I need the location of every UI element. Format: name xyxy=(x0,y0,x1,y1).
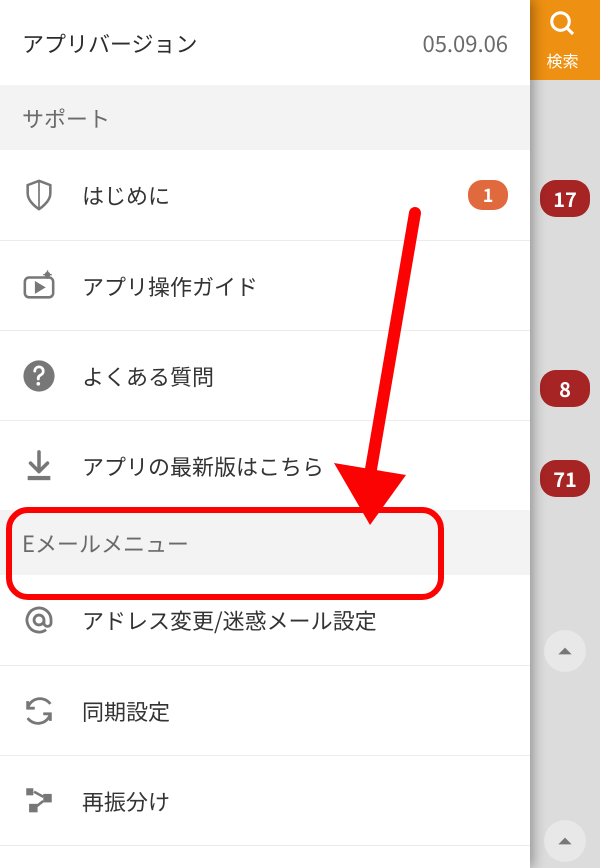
menu-item-guide[interactable]: アプリ操作ガイド xyxy=(0,240,530,330)
scroll-up-button[interactable] xyxy=(544,820,586,862)
app-version-label: アプリバージョン xyxy=(22,27,198,59)
menu-item-label: アドレス変更/迷惑メール設定 xyxy=(82,604,508,636)
menu-item-sync-settings[interactable]: 同期設定 xyxy=(0,665,530,755)
search-button[interactable]: 検索 xyxy=(525,0,600,80)
download-icon xyxy=(22,449,56,483)
count-badge: 1 xyxy=(468,180,508,210)
bg-badge: 71 xyxy=(540,460,590,497)
menu-item-label: アプリ操作ガイド xyxy=(82,270,508,302)
section-header-email: Eメールメニュー xyxy=(0,510,530,575)
section-header-support: サポート xyxy=(0,85,530,150)
menu-item-label: よくある質問 xyxy=(82,360,508,392)
scroll-up-button[interactable] xyxy=(544,630,586,672)
menu-item-label: 再振分け xyxy=(82,785,508,817)
menu-item-latest-version[interactable]: アプリの最新版はこちら xyxy=(0,420,530,510)
sync-icon xyxy=(22,694,56,728)
menu-item-label: 同期設定 xyxy=(82,695,508,727)
menu-item-label: はじめに xyxy=(82,179,468,211)
help-icon xyxy=(22,359,56,393)
app-version-row: アプリバージョン 05.09.06 xyxy=(0,0,530,85)
menu-item-redistribute[interactable]: 再振分け xyxy=(0,755,530,845)
menu-item-getting-started[interactable]: はじめに 1 xyxy=(0,150,530,240)
shield-icon xyxy=(22,178,56,212)
bg-badge: 8 xyxy=(540,370,590,407)
menu-item-address-spam-settings[interactable]: アドレス変更/迷惑メール設定 xyxy=(0,575,530,665)
app-version-value: 05.09.06 xyxy=(423,27,509,59)
bg-badge: 17 xyxy=(540,180,590,217)
menu-item-faq[interactable]: よくある質問 xyxy=(0,330,530,420)
menu-item-email-settings[interactable]: Eメール設定 xyxy=(0,845,530,868)
menu-item-label: アプリの最新版はこちら xyxy=(82,450,508,482)
search-label: 検索 xyxy=(546,48,578,72)
redistribute-icon xyxy=(22,784,56,818)
settings-drawer: アプリバージョン 05.09.06 サポート はじめに 1 アプリ操作ガイド よ… xyxy=(0,0,530,868)
play-guide-icon xyxy=(22,269,56,303)
at-sign-icon xyxy=(22,603,56,637)
search-icon xyxy=(548,9,578,48)
